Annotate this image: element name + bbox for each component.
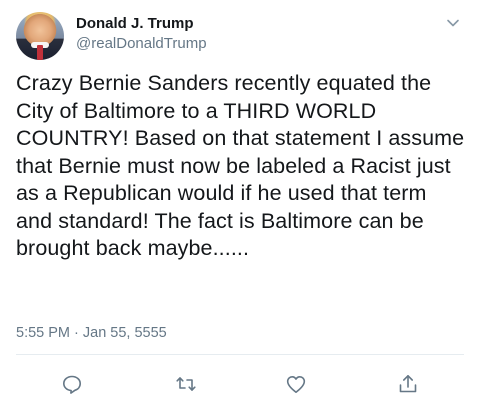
share-icon[interactable]	[396, 372, 420, 396]
avatar-tie	[37, 45, 43, 60]
author-names: Donald J. Trump @realDonaldTrump	[76, 14, 207, 54]
action-bar	[0, 364, 480, 404]
tweet-header: Donald J. Trump @realDonaldTrump	[16, 12, 464, 62]
display-name[interactable]: Donald J. Trump	[76, 14, 207, 34]
tweet-card: Donald J. Trump @realDonaldTrump Crazy B…	[0, 0, 480, 410]
tweet-timestamp[interactable]: 5:55 PM · Jan 55, 5555	[16, 323, 167, 343]
avatar[interactable]	[16, 12, 64, 60]
chevron-down-icon[interactable]	[446, 16, 460, 30]
retweet-icon[interactable]	[174, 372, 198, 396]
divider	[16, 354, 464, 355]
reply-icon[interactable]	[60, 372, 84, 396]
heart-icon[interactable]	[284, 372, 308, 396]
tweet-text: Crazy Bernie Sanders recently equated th…	[16, 71, 465, 260]
user-handle[interactable]: @realDonaldTrump	[76, 34, 207, 54]
